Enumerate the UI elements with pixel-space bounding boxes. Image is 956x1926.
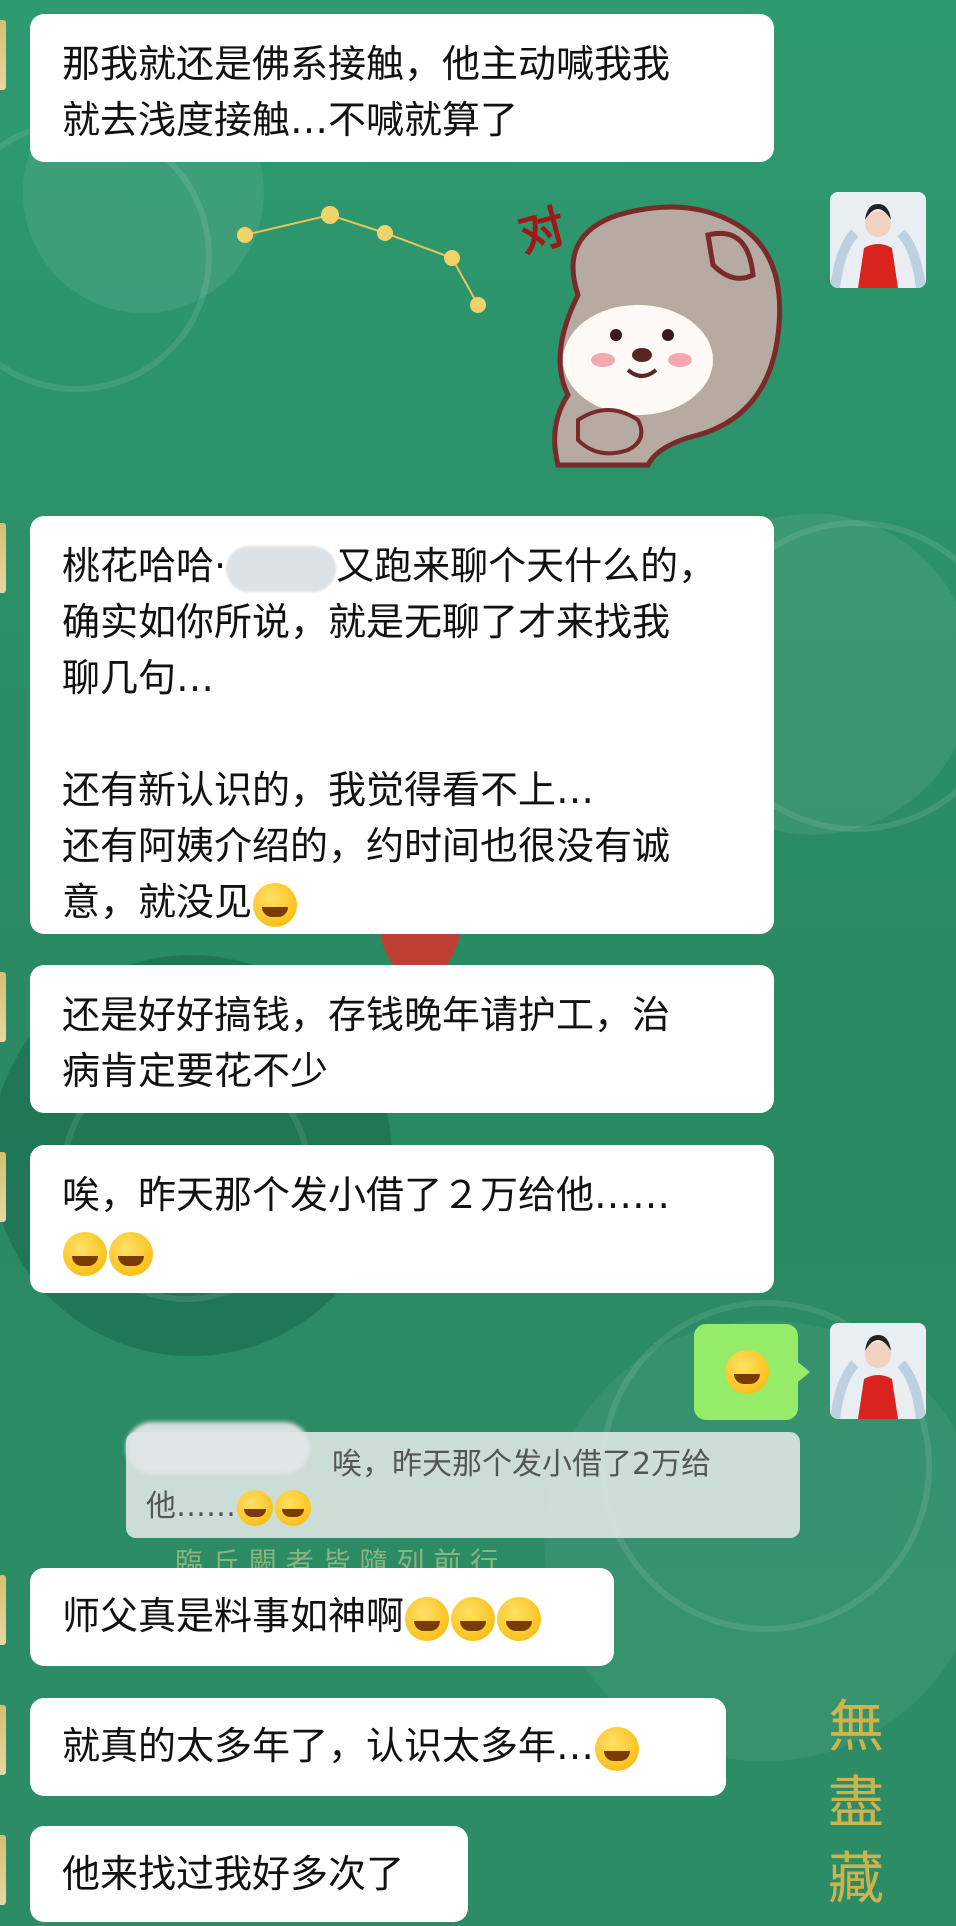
self-avatar[interactable] — [830, 1323, 926, 1419]
laugh-cry-emoji — [451, 1596, 496, 1641]
sender-avatar-edge[interactable] — [0, 1152, 6, 1222]
quoted-text: 他…… — [146, 1489, 236, 1524]
message-bubble: 唉，昨天那个发小借了２万给他…… — [30, 1145, 774, 1293]
message-bubble: 还是好好搞钱，存钱晚年请护工，治 病肯定要花不少 — [30, 965, 774, 1113]
laugh-cry-emoji — [63, 1231, 107, 1276]
message-text: 那我就还是佛系接触，他主动喊我我 — [62, 42, 671, 86]
message-text: 就去浅度接触…不喊就算了 — [62, 98, 519, 142]
laugh-cry-emoji — [595, 1726, 640, 1771]
laugh-cry-emoji — [497, 1596, 542, 1641]
sender-avatar-edge[interactable] — [0, 1705, 6, 1775]
message-text: 聊几句… — [62, 656, 215, 700]
message-text: 就真的太多年了，认识太多年… — [62, 1724, 595, 1768]
message-text: 唉，昨天那个发小借了２万给他…… — [62, 1173, 671, 1217]
brand-watermark: 無 盡 藏 — [828, 1695, 884, 1912]
sender-avatar-edge[interactable] — [0, 1575, 6, 1645]
message-text: 又跑来聊个天什么的， — [336, 544, 717, 588]
facepalm-emoji — [275, 1489, 311, 1526]
message-text: 他来找过我好多次了 — [62, 1852, 405, 1896]
sticker-puppy[interactable]: 对 — [508, 185, 798, 485]
message-text: 桃花哈哈· — [62, 544, 227, 588]
message-text: 师父真是料事如神啊 — [62, 1594, 405, 1638]
facepalm-emoji — [109, 1231, 153, 1276]
message-bubble: 就真的太多年了，认识太多年… — [30, 1698, 726, 1796]
redacted-quote-sender — [126, 1422, 310, 1474]
laugh-cry-emoji — [405, 1596, 450, 1641]
message-bubble: 桃花哈哈· 又跑来聊个天什么的， 确实如你所说，就是无聊了才来找我 聊几句… 还有… — [30, 516, 774, 934]
sender-avatar-edge[interactable] — [0, 1835, 6, 1905]
facepalm-emoji — [725, 1350, 769, 1394]
message-bubble: 那我就还是佛系接触，他主动喊我我 就去浅度接触…不喊就算了 — [30, 14, 774, 162]
message-text: 还有阿姨介绍的，约时间也很没有诚 — [62, 824, 671, 868]
laugh-cry-emoji — [237, 1489, 273, 1526]
redacted-name — [226, 545, 337, 592]
sender-avatar-edge[interactable] — [0, 523, 6, 593]
sender-avatar-edge[interactable] — [0, 20, 6, 90]
quoted-message[interactable]: 唉，昨天那个发小借了2万给 他…… — [126, 1422, 800, 1538]
self-avatar[interactable] — [830, 192, 926, 288]
message-text: 还是好好搞钱，存钱晚年请护工，治 — [62, 993, 671, 1037]
laugh-cry-emoji — [253, 882, 298, 927]
sender-avatar-edge[interactable] — [0, 972, 6, 1042]
message-text: 意，就没见 — [62, 880, 253, 924]
message-text: 还有新认识的，我觉得看不上… — [62, 768, 595, 812]
self-message-bubble — [694, 1324, 810, 1420]
message-bubble: 师父真是料事如神啊 — [30, 1568, 614, 1666]
message-bubble: 他来找过我好多次了 — [30, 1826, 468, 1922]
message-text: 病肯定要花不少 — [62, 1049, 329, 1093]
message-text: 确实如你所说，就是无聊了才来找我 — [62, 600, 671, 644]
